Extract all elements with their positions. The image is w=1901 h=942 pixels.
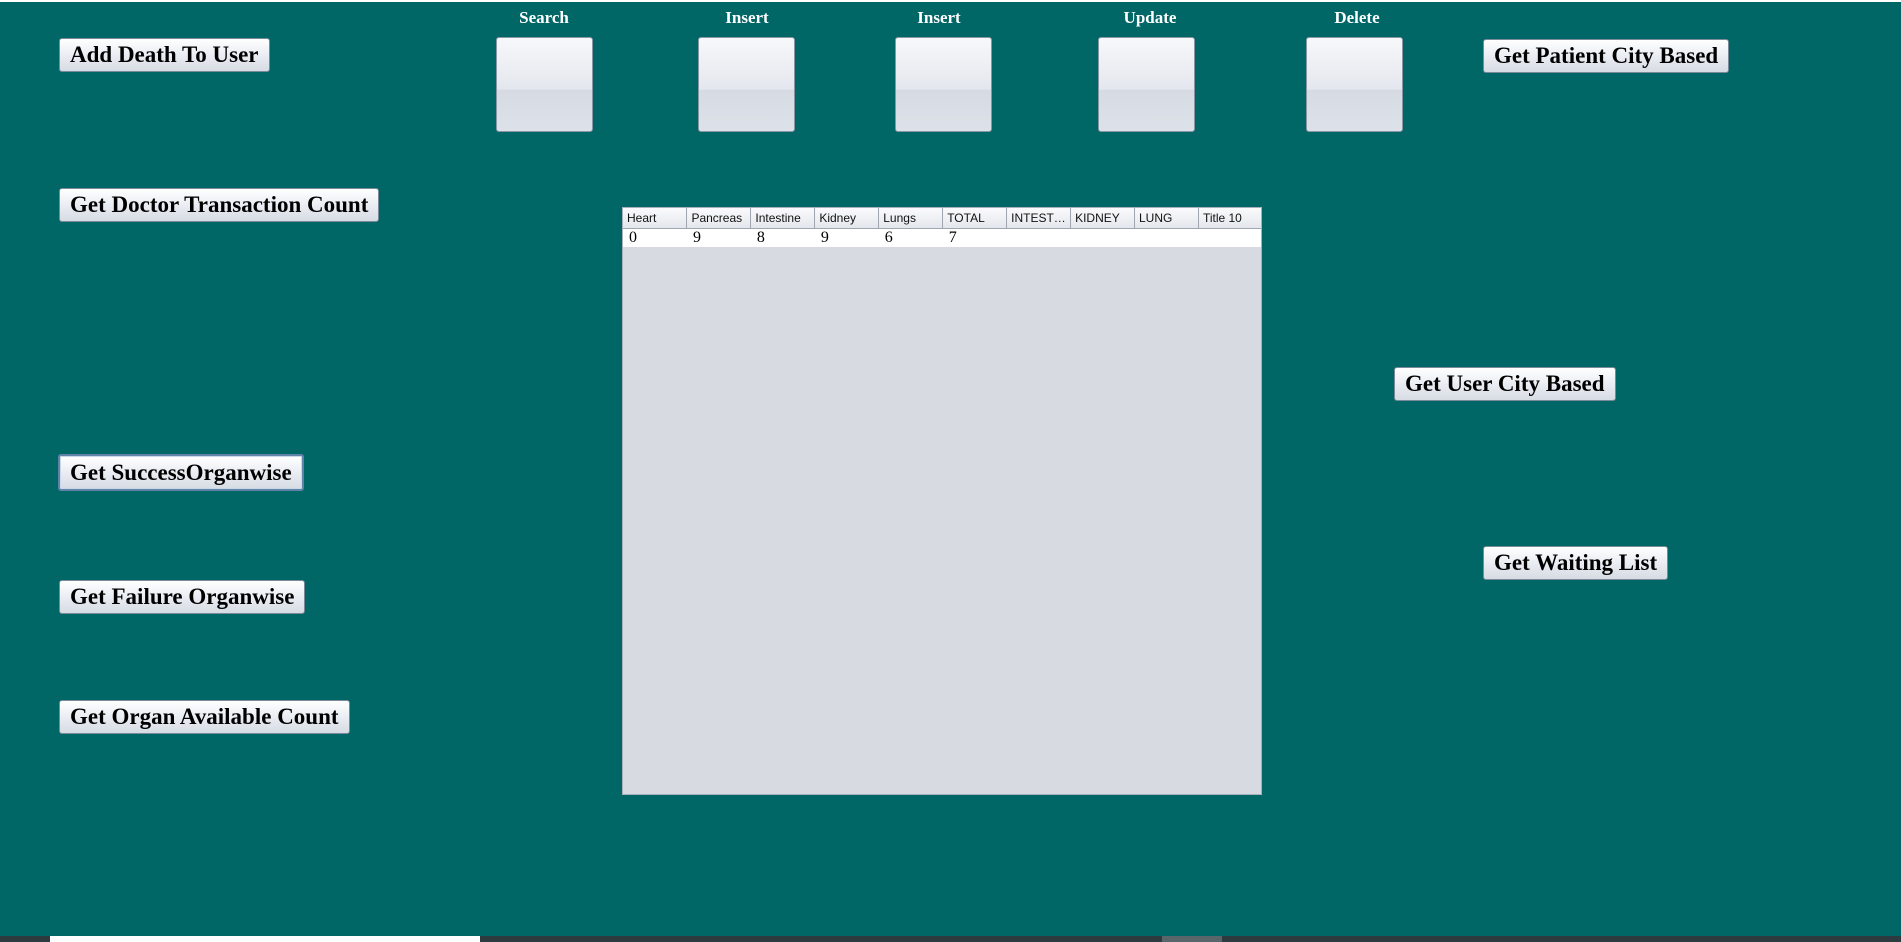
table-cell[interactable] (1070, 228, 1135, 247)
taskbar-active-item[interactable] (50, 936, 480, 942)
table-cell[interactable] (1006, 228, 1071, 247)
get-waiting-list-button[interactable]: Get Waiting List (1483, 546, 1669, 580)
table-cell[interactable]: 9 (814, 228, 879, 247)
update-button[interactable] (1098, 37, 1195, 132)
table-cell[interactable] (1134, 228, 1199, 247)
update-label: Update (1123, 8, 1177, 27)
table-cell[interactable]: 0 (623, 228, 687, 247)
column-header[interactable]: Heart (623, 208, 688, 229)
table-row[interactable]: 0 9 8 9 6 7 (623, 228, 1261, 247)
delete-button[interactable] (1306, 37, 1403, 132)
add-death-to-user-button[interactable]: Add Death To User (59, 38, 270, 72)
table-cell[interactable]: 8 (750, 228, 815, 247)
results-table-panel[interactable]: Heart Pancreas Intestine Kidney Lungs TO… (622, 207, 1262, 795)
column-header[interactable]: Lungs (878, 208, 944, 229)
search-label: Search (519, 8, 569, 27)
window-top-edge (0, 0, 1901, 2)
delete-label: Delete (1334, 8, 1380, 27)
column-header[interactable]: Kidney (814, 208, 880, 229)
column-header[interactable]: Pancreas (686, 208, 752, 229)
get-user-city-based-button[interactable]: Get User City Based (1394, 367, 1616, 401)
get-doctor-transaction-count-button[interactable]: Get Doctor Transaction Count (59, 188, 380, 222)
column-header[interactable]: TOTAL (942, 208, 1008, 229)
column-header[interactable]: Intestine (750, 208, 816, 229)
table-header-row: Heart Pancreas Intestine Kidney Lungs TO… (623, 208, 1261, 229)
insert-label-2: Insert (917, 8, 961, 27)
insert-button-2[interactable] (895, 37, 992, 132)
get-patient-city-based-button[interactable]: Get Patient City Based (1483, 39, 1730, 73)
column-header[interactable]: KIDNEY (1070, 208, 1135, 229)
column-header[interactable]: LUNG (1134, 208, 1199, 229)
get-success-organwise-button[interactable]: Get SuccessOrganwise (58, 454, 304, 491)
table-cell[interactable]: 9 (686, 228, 751, 247)
get-organ-available-count-button[interactable]: Get Organ Available Count (59, 700, 350, 734)
insert-button[interactable] (698, 37, 795, 132)
table-cell[interactable] (1198, 228, 1261, 247)
taskbar-item[interactable] (1162, 936, 1222, 942)
table-cell[interactable]: 6 (878, 228, 943, 247)
table-cell[interactable]: 7 (942, 228, 1007, 247)
results-table: Heart Pancreas Intestine Kidney Lungs TO… (623, 208, 1261, 247)
insert-label: Insert (725, 8, 769, 27)
get-failure-organwise-button[interactable]: Get Failure Organwise (59, 580, 306, 614)
column-header[interactable]: INTESTI... (1006, 208, 1072, 229)
column-header[interactable]: Title 10 (1198, 208, 1261, 229)
search-button[interactable] (496, 37, 593, 132)
